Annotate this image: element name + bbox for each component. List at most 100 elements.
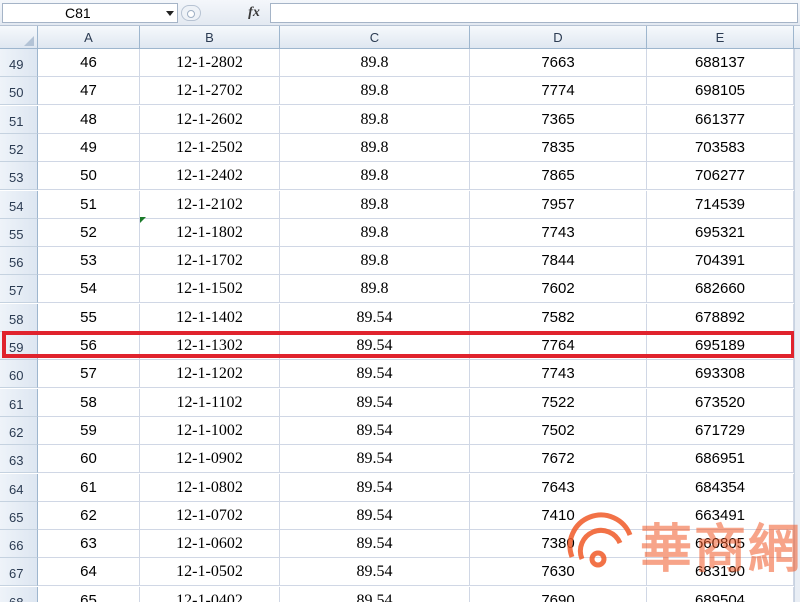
cell-b62[interactable]: 12-1-1002 (140, 417, 280, 445)
cell-a54[interactable]: 51 (38, 191, 140, 219)
cell-d67[interactable]: 7630 (470, 558, 647, 586)
row-header-58[interactable]: 58 (0, 304, 38, 332)
cell-e60[interactable]: 693308 (647, 360, 794, 388)
cell-d57[interactable]: 7602 (470, 275, 647, 303)
column-header-b[interactable]: B (140, 26, 280, 49)
cell-e52[interactable]: 703583 (647, 134, 794, 162)
cell-b55[interactable]: 12-1-1802 (140, 219, 280, 247)
row-header-66[interactable]: 66 (0, 530, 38, 558)
cell-d55[interactable]: 7743 (470, 219, 647, 247)
name-box[interactable]: C81 (2, 3, 178, 23)
cell-a58[interactable]: 55 (38, 304, 140, 332)
cell-c63[interactable]: 89.54 (280, 445, 470, 473)
cell-d50[interactable]: 7774 (470, 77, 647, 105)
cell-e51[interactable]: 661377 (647, 106, 794, 134)
cell-b56[interactable]: 12-1-1702 (140, 247, 280, 275)
cell-c53[interactable]: 89.8 (280, 162, 470, 190)
row-header-60[interactable]: 60 (0, 360, 38, 388)
row-header-51[interactable]: 51 (0, 106, 38, 134)
cell-a56[interactable]: 53 (38, 247, 140, 275)
cell-d65[interactable]: 7410 (470, 502, 647, 530)
cell-b64[interactable]: 12-1-0802 (140, 474, 280, 502)
select-all-button[interactable] (0, 26, 38, 49)
row-header-64[interactable]: 64 (0, 474, 38, 502)
cell-c61[interactable]: 89.54 (280, 389, 470, 417)
column-header-e[interactable]: E (647, 26, 794, 49)
cell-b67[interactable]: 12-1-0502 (140, 558, 280, 586)
row-header-56[interactable]: 56 (0, 247, 38, 275)
cell-d54[interactable]: 7957 (470, 191, 647, 219)
cell-e68[interactable]: 689504 (647, 587, 794, 602)
formula-bar-splitter[interactable] (181, 5, 201, 21)
cell-e54[interactable]: 714539 (647, 191, 794, 219)
cell-e63[interactable]: 686951 (647, 445, 794, 473)
cell-c57[interactable]: 89.8 (280, 275, 470, 303)
cell-a62[interactable]: 59 (38, 417, 140, 445)
cell-b58[interactable]: 12-1-1402 (140, 304, 280, 332)
cell-d66[interactable]: 7380 (470, 530, 647, 558)
cell-c56[interactable]: 89.8 (280, 247, 470, 275)
row-header-57[interactable]: 57 (0, 275, 38, 303)
cell-c52[interactable]: 89.8 (280, 134, 470, 162)
cell-e49[interactable]: 688137 (647, 49, 794, 77)
row-header-53[interactable]: 53 (0, 162, 38, 190)
chevron-down-icon[interactable] (166, 11, 174, 16)
cell-e62[interactable]: 671729 (647, 417, 794, 445)
cell-e64[interactable]: 684354 (647, 474, 794, 502)
cell-b63[interactable]: 12-1-0902 (140, 445, 280, 473)
row-header-67[interactable]: 67 (0, 558, 38, 586)
cell-a67[interactable]: 64 (38, 558, 140, 586)
cell-b54[interactable]: 12-1-2102 (140, 191, 280, 219)
cell-a60[interactable]: 57 (38, 360, 140, 388)
column-header-c[interactable]: C (280, 26, 470, 49)
cell-d58[interactable]: 7582 (470, 304, 647, 332)
cell-b65[interactable]: 12-1-0702 (140, 502, 280, 530)
cell-e56[interactable]: 704391 (647, 247, 794, 275)
insert-function-button[interactable]: fx (240, 3, 268, 23)
cell-d63[interactable]: 7672 (470, 445, 647, 473)
column-header-a[interactable]: A (38, 26, 140, 49)
cell-a68[interactable]: 65 (38, 587, 140, 602)
cell-c55[interactable]: 89.8 (280, 219, 470, 247)
cell-b68[interactable]: 12-1-0402 (140, 587, 280, 602)
cell-d62[interactable]: 7502 (470, 417, 647, 445)
cell-a64[interactable]: 61 (38, 474, 140, 502)
cell-c65[interactable]: 89.54 (280, 502, 470, 530)
vertical-scrollbar[interactable] (794, 49, 800, 602)
cell-d64[interactable]: 7643 (470, 474, 647, 502)
cell-d52[interactable]: 7835 (470, 134, 647, 162)
cell-c62[interactable]: 89.54 (280, 417, 470, 445)
cell-c58[interactable]: 89.54 (280, 304, 470, 332)
cell-a65[interactable]: 62 (38, 502, 140, 530)
cell-a53[interactable]: 50 (38, 162, 140, 190)
column-header-d[interactable]: D (470, 26, 647, 49)
cell-d49[interactable]: 7663 (470, 49, 647, 77)
cell-a61[interactable]: 58 (38, 389, 140, 417)
row-header-54[interactable]: 54 (0, 191, 38, 219)
cell-a51[interactable]: 48 (38, 106, 140, 134)
row-header-68[interactable]: 68 (0, 587, 38, 602)
cell-a55[interactable]: 52 (38, 219, 140, 247)
cell-c54[interactable]: 89.8 (280, 191, 470, 219)
cell-e57[interactable]: 682660 (647, 275, 794, 303)
cell-d60[interactable]: 7743 (470, 360, 647, 388)
cell-b51[interactable]: 12-1-2602 (140, 106, 280, 134)
row-header-52[interactable]: 52 (0, 134, 38, 162)
cell-e66[interactable]: 660805 (647, 530, 794, 558)
row-header-49[interactable]: 49 (0, 49, 38, 77)
cell-e67[interactable]: 683190 (647, 558, 794, 586)
cell-c68[interactable]: 89.54 (280, 587, 470, 602)
cell-b50[interactable]: 12-1-2702 (140, 77, 280, 105)
cell-c49[interactable]: 89.8 (280, 49, 470, 77)
cell-b53[interactable]: 12-1-2402 (140, 162, 280, 190)
cell-d53[interactable]: 7865 (470, 162, 647, 190)
cell-a63[interactable]: 60 (38, 445, 140, 473)
cell-e55[interactable]: 695321 (647, 219, 794, 247)
cell-d68[interactable]: 7690 (470, 587, 647, 602)
cell-c67[interactable]: 89.54 (280, 558, 470, 586)
cell-d61[interactable]: 7522 (470, 389, 647, 417)
cell-c50[interactable]: 89.8 (280, 77, 470, 105)
cell-b66[interactable]: 12-1-0602 (140, 530, 280, 558)
cell-b49[interactable]: 12-1-2802 (140, 49, 280, 77)
cell-b52[interactable]: 12-1-2502 (140, 134, 280, 162)
